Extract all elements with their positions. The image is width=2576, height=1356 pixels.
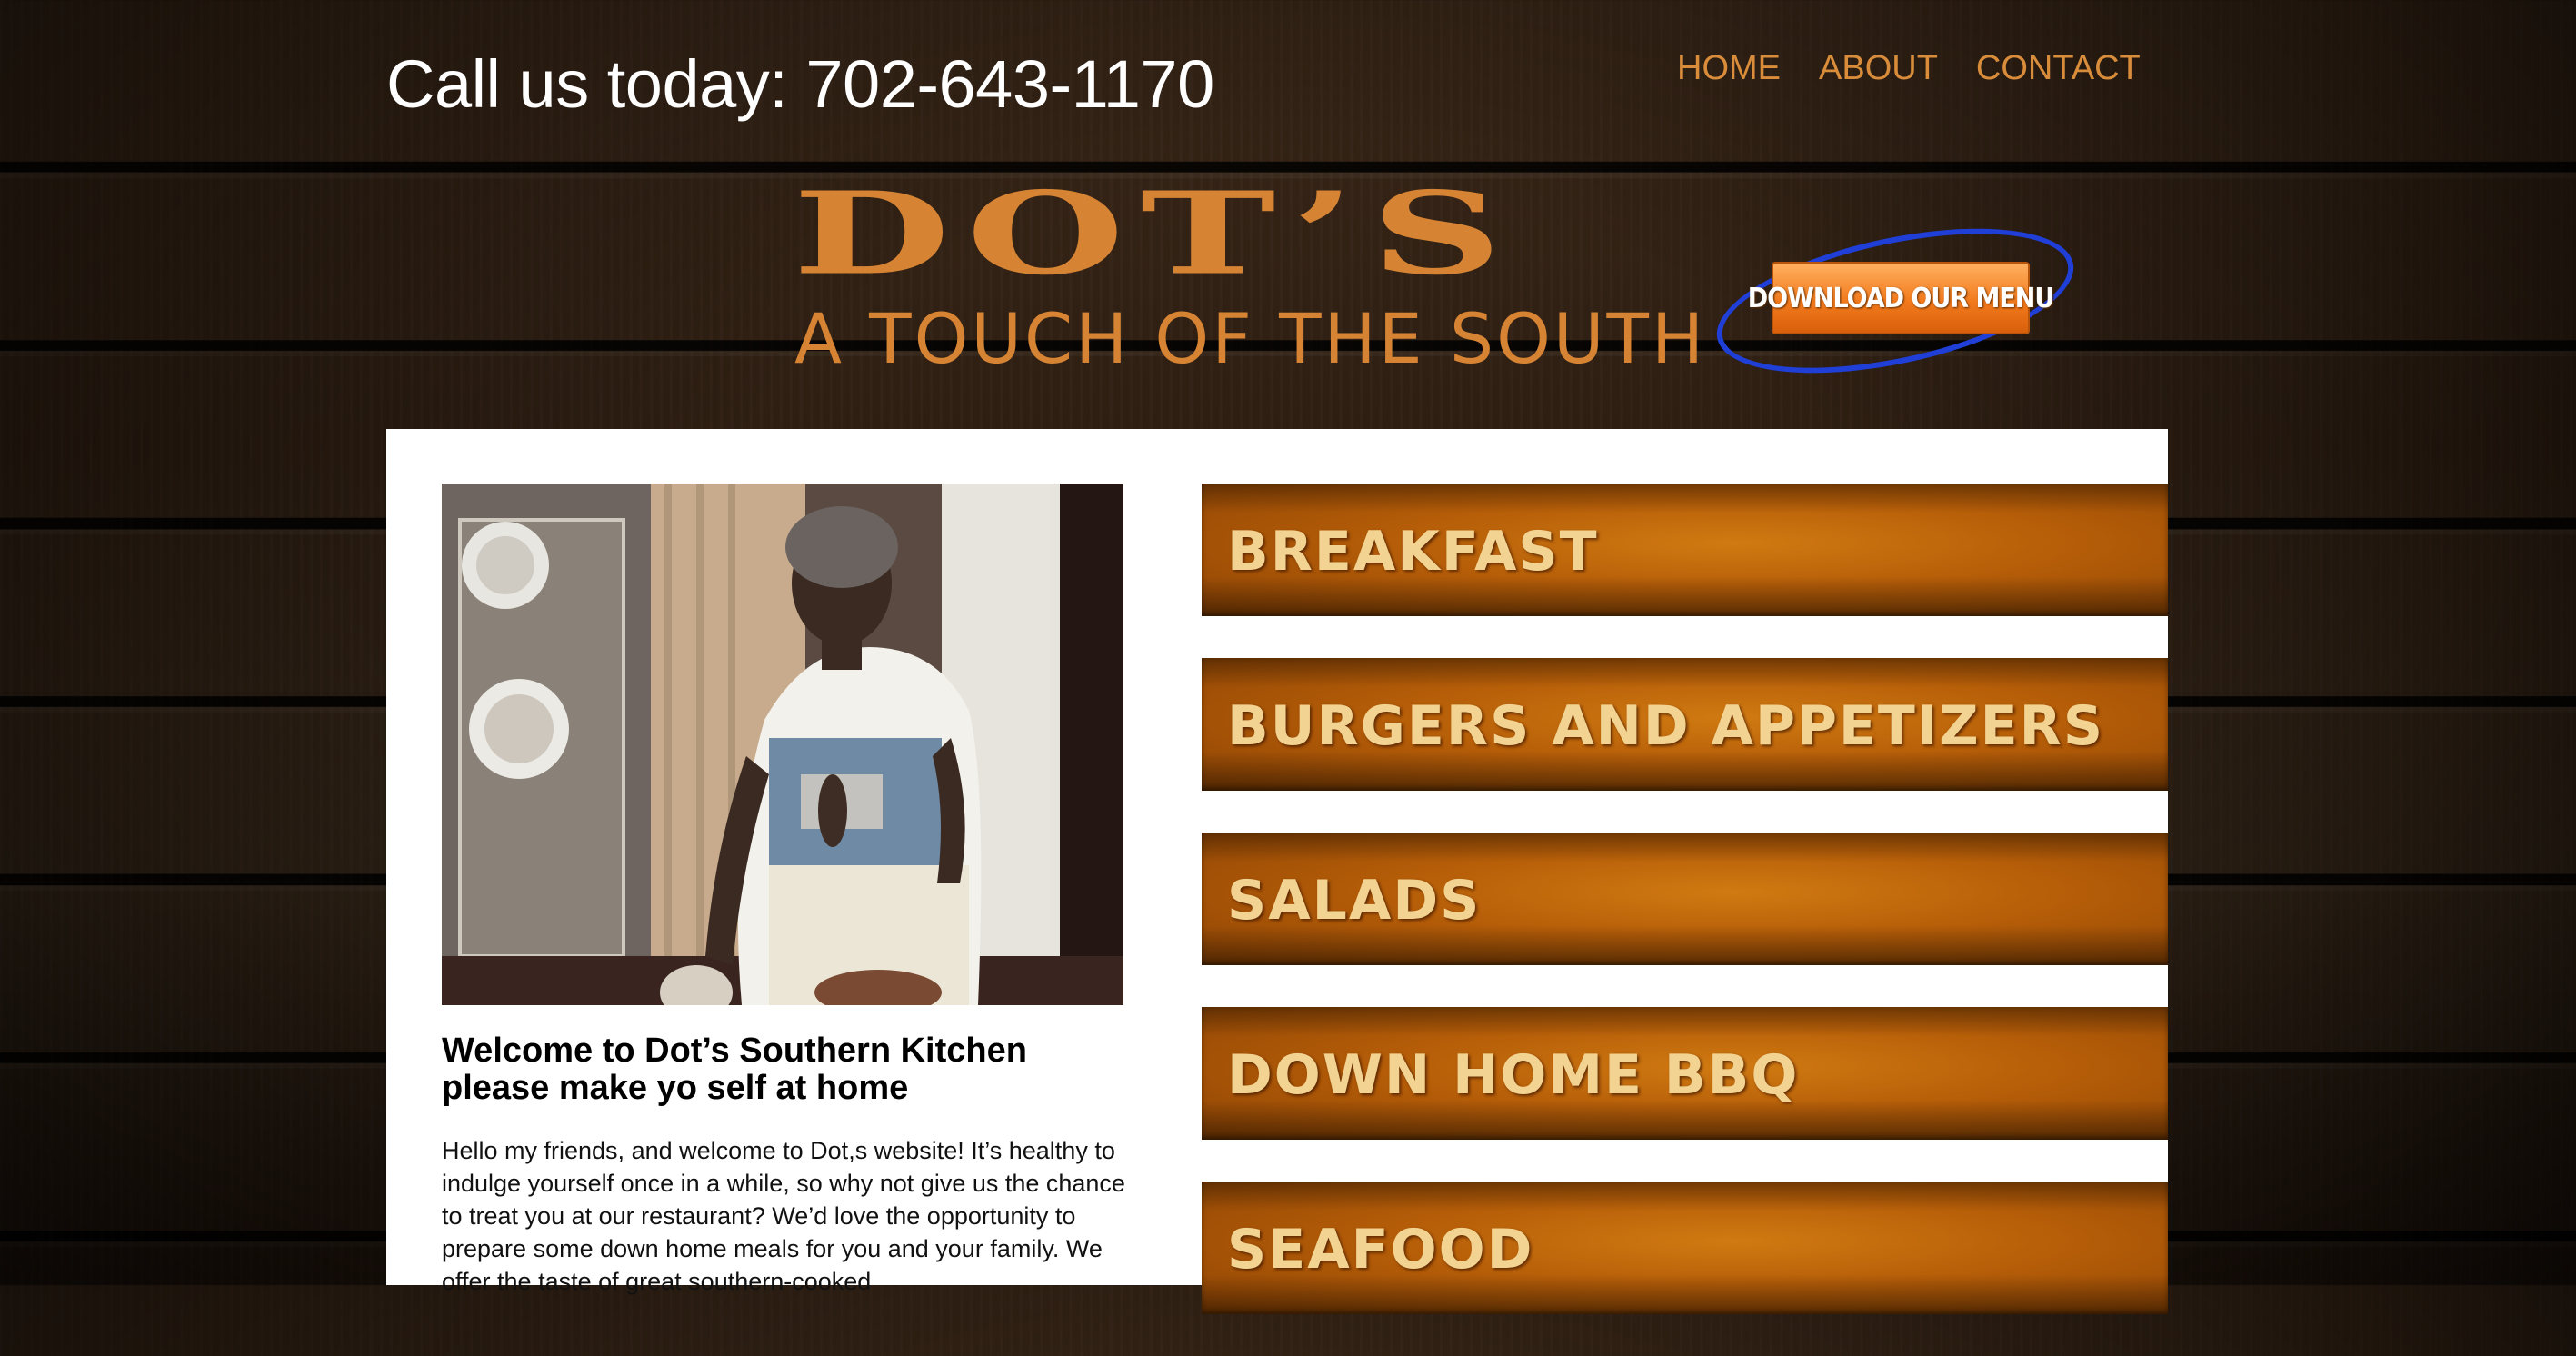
welcome-text: Hello my friends, and welcome to Dot,s w…: [442, 1137, 1125, 1295]
menu-category-label: SEAFOOD: [1227, 1218, 1534, 1281]
menu-category-list: BREAKFAST BURGERS AND APPETIZERS SALADS …: [1202, 484, 2168, 1356]
welcome-heading: Welcome to Dot’s Southern Kitchen please…: [442, 1032, 1027, 1107]
nav-home[interactable]: HOME: [1677, 49, 1781, 88]
logo-tagline: A TOUCH OF THE SOUTH: [794, 298, 1707, 379]
download-menu-area: DOWNLOAD OUR MENU: [1704, 201, 2086, 401]
content-panel: Welcome to Dot’s Southern Kitchen please…: [386, 429, 2168, 1314]
menu-category-breakfast[interactable]: BREAKFAST: [1202, 484, 2168, 616]
menu-category-label: SALADS: [1227, 869, 1482, 932]
main-nav: HOME ABOUT CONTACT: [1677, 49, 2141, 88]
menu-category-label: BURGERS AND APPETIZERS: [1227, 694, 2105, 758]
menu-category-seafood[interactable]: SEAFOOD: [1202, 1182, 2168, 1314]
phone-call-text: Call us today: 702-643-1170: [386, 46, 1214, 122]
menu-category-label: DOWN HOME BBQ: [1227, 1043, 1800, 1107]
owner-photo: [442, 484, 1123, 1005]
nav-about[interactable]: ABOUT: [1819, 49, 1938, 88]
nav-contact[interactable]: CONTACT: [1976, 49, 2141, 88]
menu-category-burgers[interactable]: BURGERS AND APPETIZERS: [1202, 658, 2168, 791]
menu-category-label: BREAKFAST: [1227, 520, 1599, 583]
site-logo[interactable]: DOT’S A TOUCH OF THE SOUTH: [793, 176, 1720, 379]
menu-category-salads[interactable]: SALADS: [1202, 833, 2168, 965]
download-menu-button[interactable]: DOWNLOAD OUR MENU: [1748, 262, 2054, 334]
menu-category-bbq[interactable]: DOWN HOME BBQ: [1202, 1007, 2168, 1140]
